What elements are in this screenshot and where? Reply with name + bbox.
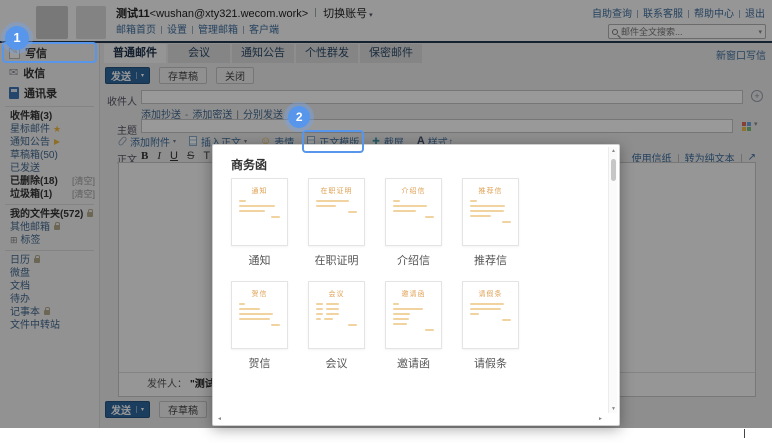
scroll-left-icon[interactable]: ◄ [217, 415, 222, 423]
template-preview-lines [232, 200, 287, 212]
template-preview-title: 介绍信 [386, 186, 441, 196]
template-card-label: 会议 [308, 355, 365, 371]
template-preview-lines [463, 303, 518, 315]
template-card[interactable]: 贺信 [231, 281, 288, 349]
template-signature-line [271, 324, 280, 326]
modal-title: 商务函 [231, 156, 267, 173]
template-signature-line [502, 319, 511, 321]
template-card[interactable]: 介绍信 [385, 178, 442, 246]
template-card[interactable]: 通知 [231, 178, 288, 246]
template-preview-title: 会议 [309, 289, 364, 299]
template-preview-lines [309, 200, 364, 207]
template-preview-title: 贺信 [232, 289, 287, 299]
template-preview-lines [463, 200, 518, 217]
template-column: 邀请函邀请函 [385, 281, 442, 371]
template-signature-line [502, 221, 511, 223]
template-card[interactable]: 推荐信 [462, 178, 519, 246]
template-signature-line [425, 216, 434, 218]
template-preview-title: 请假条 [463, 289, 518, 299]
template-card[interactable]: 请假条 [462, 281, 519, 349]
template-signature-line [425, 329, 434, 331]
template-signature-line [271, 216, 280, 218]
scroll-down-icon[interactable]: ▼ [609, 406, 618, 412]
template-preview-lines [232, 303, 287, 320]
scrollbar-thumb[interactable] [611, 159, 616, 181]
template-preview-lines [386, 303, 441, 325]
template-preview-lines [386, 200, 441, 212]
stray-cursor-mark [744, 429, 745, 438]
template-card-label: 贺信 [231, 355, 288, 371]
tour-step-1-badge: 1 [5, 26, 29, 50]
modal-horizontal-scrollbar[interactable]: ◄ ► [215, 415, 605, 423]
scroll-up-icon[interactable]: ▲ [609, 148, 618, 154]
template-column: 请假条请假条 [462, 281, 519, 371]
template-card-label: 通知 [231, 252, 288, 268]
template-preview-title: 邀请函 [386, 289, 441, 299]
template-column: 在职证明在职证明 [308, 178, 365, 268]
template-card-label: 介绍信 [385, 252, 442, 268]
template-preview-title: 通知 [232, 186, 287, 196]
template-signature-line [348, 324, 357, 326]
template-card-label: 邀请函 [385, 355, 442, 371]
template-preview-lines [309, 303, 364, 320]
template-card-label: 在职证明 [308, 252, 365, 268]
template-card[interactable]: 邀请函 [385, 281, 442, 349]
template-preview-title: 推荐信 [463, 186, 518, 196]
modal-vertical-scrollbar[interactable]: ▲ ▼ [608, 147, 617, 413]
template-grid: 通知通知在职证明在职证明介绍信介绍信推荐信推荐信贺信贺信会议会议邀请函邀请函请假… [231, 178, 571, 384]
template-column: 通知通知 [231, 178, 288, 268]
template-column: 介绍信介绍信 [385, 178, 442, 268]
template-card[interactable]: 在职证明 [308, 178, 365, 246]
template-modal: 商务函 通知通知在职证明在职证明介绍信介绍信推荐信推荐信贺信贺信会议会议邀请函邀… [212, 144, 620, 426]
tour-highlight-template-button [302, 130, 364, 153]
template-card-label: 推荐信 [462, 252, 519, 268]
scroll-right-icon[interactable]: ► [598, 415, 603, 423]
template-signature-line [348, 211, 357, 213]
template-column: 贺信贺信 [231, 281, 288, 371]
template-column: 推荐信推荐信 [462, 178, 519, 268]
template-preview-title: 在职证明 [309, 186, 364, 196]
tour-step-2-badge: 2 [288, 106, 310, 128]
screenshot-root: 测试11<wushan@xty321.wecom.work>切换账号▾ 邮箱首页… [0, 0, 772, 443]
template-card-label: 请假条 [462, 355, 519, 371]
template-card[interactable]: 会议 [308, 281, 365, 349]
template-column: 会议会议 [308, 281, 365, 371]
